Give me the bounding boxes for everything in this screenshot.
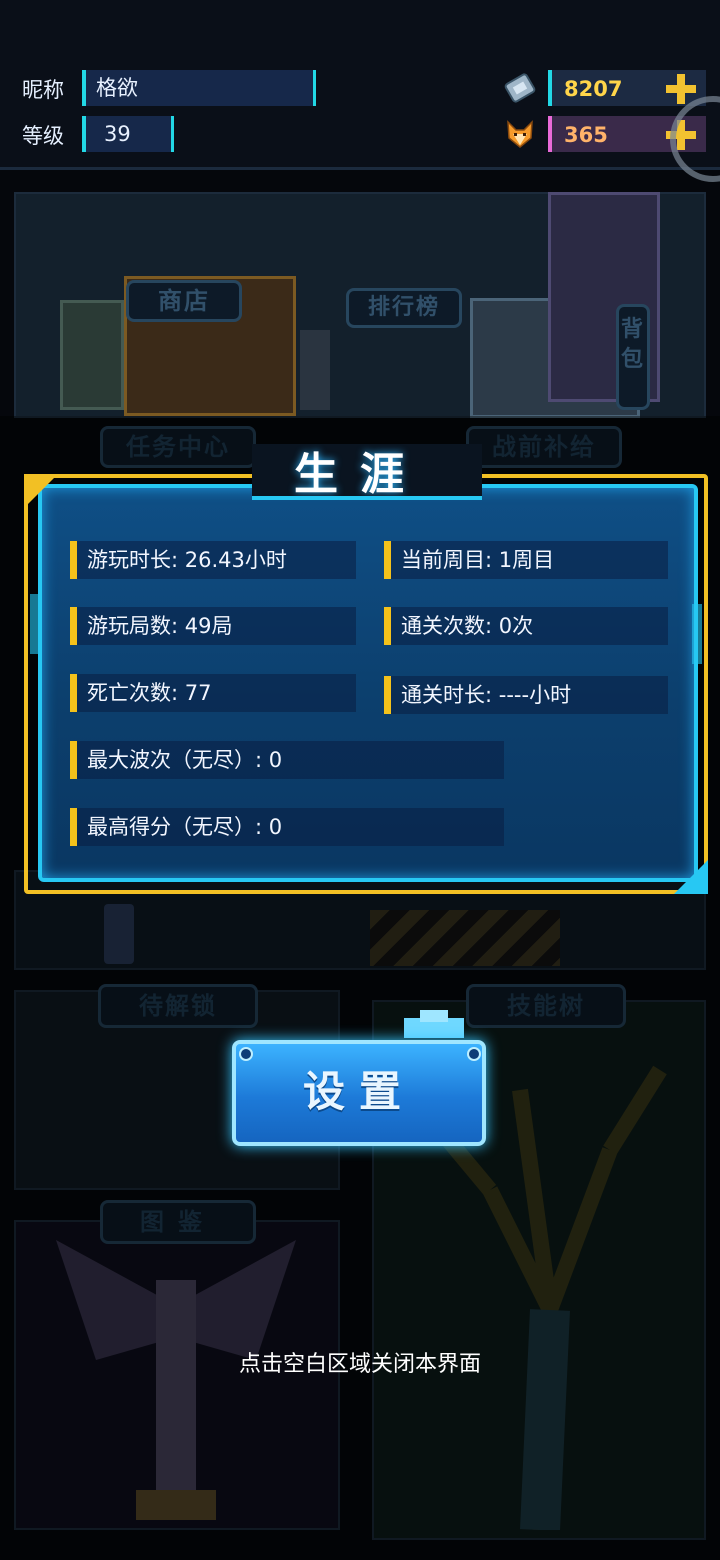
stat-games-played: 游玩局数: 49局 xyxy=(70,607,356,645)
stat-clear-time: 通关时长: ----小时 xyxy=(384,676,668,714)
level-label: 等级 xyxy=(22,124,64,148)
gem-value: 365 xyxy=(564,123,608,147)
ticket-icon xyxy=(504,73,536,103)
settings-label: 设置 xyxy=(302,1067,415,1116)
stat-deaths: 死亡次数: 77 xyxy=(70,674,356,712)
backpack-sign[interactable]: 背包 xyxy=(616,304,650,410)
stat-current-cycle: 当前周目: 1周目 xyxy=(384,541,668,579)
settings-button[interactable]: 设置 xyxy=(224,1010,494,1152)
fox-face-icon xyxy=(507,120,533,148)
nickname-value: 格欲 xyxy=(96,76,138,100)
leaderboard-sign[interactable]: 排行榜 xyxy=(346,288,462,328)
top-status-bar: 昵称 格欲 等级 39 8207 365 xyxy=(0,0,720,182)
career-title: 生涯 xyxy=(294,449,426,500)
shop-sign[interactable]: 商店 xyxy=(126,280,242,322)
stat-clears: 通关次数: 0次 xyxy=(384,607,668,645)
stat-max-wave: 最大波次（无尽）: 0 xyxy=(70,741,504,779)
stat-play-time: 游玩时长: 26.43小时 xyxy=(70,541,356,579)
gold-value: 8207 xyxy=(564,77,623,101)
level-field: 39 xyxy=(82,116,174,152)
stat-high-score: 最高得分（无尽）: 0 xyxy=(70,808,504,846)
level-value: 39 xyxy=(104,122,131,146)
close-hint: 点击空白区域关闭本界面 xyxy=(238,1352,481,1377)
nickname-field[interactable]: 格欲 xyxy=(82,70,316,106)
nickname-label: 昵称 xyxy=(22,78,64,102)
